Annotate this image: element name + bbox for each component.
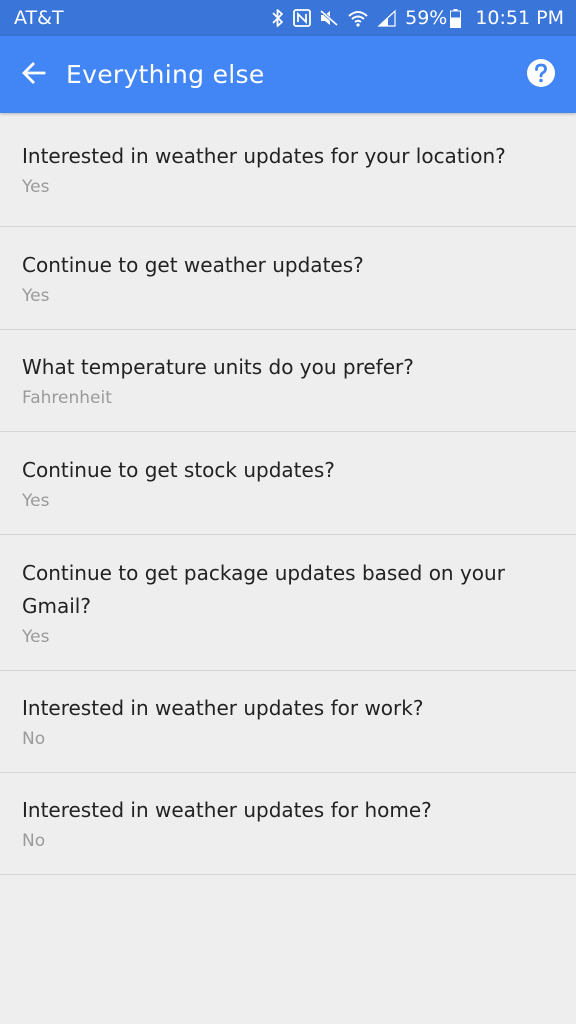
item-answer: Yes — [22, 490, 50, 511]
app-bar: Everything else — [0, 36, 576, 113]
battery-icon — [450, 8, 462, 28]
settings-list: Interested in weather updates for your l… — [0, 113, 576, 875]
item-question: Continue to get package updates based on… — [22, 560, 505, 618]
wifi-icon — [347, 9, 369, 27]
clock: 10:51 PM — [475, 7, 564, 29]
list-item[interactable]: Interested in weather updates for home? … — [0, 773, 576, 875]
back-button[interactable] — [14, 55, 54, 95]
list-item[interactable]: Interested in weather updates for work? … — [0, 671, 576, 773]
item-answer: No — [22, 831, 46, 851]
arrow-back-icon — [21, 60, 47, 90]
list-item[interactable]: What temperature units do you prefer? Fa… — [0, 330, 576, 432]
item-question: What temperature units do you prefer? — [22, 355, 414, 379]
item-question: Interested in weather updates for work? — [22, 696, 424, 720]
item-answer: Yes — [22, 177, 50, 197]
page-title: Everything else — [66, 60, 265, 89]
item-question: Continue to get stock updates? — [22, 457, 335, 482]
item-question: Continue to get weather updates? — [22, 252, 364, 277]
item-answer: Yes — [22, 285, 50, 306]
help-icon — [526, 58, 556, 92]
list-item[interactable]: Continue to get weather updates? Yes — [0, 227, 576, 330]
nfc-icon — [293, 9, 312, 27]
item-question: Interested in weather updates for home? — [22, 798, 432, 822]
signal-icon — [377, 9, 397, 27]
carrier-name: AT&T — [14, 7, 64, 29]
help-button[interactable] — [521, 55, 561, 95]
mute-icon — [319, 9, 339, 27]
bluetooth-icon — [271, 8, 285, 28]
item-answer: No — [22, 729, 46, 749]
item-answer: Fahrenheit — [22, 388, 112, 408]
item-question: Interested in weather updates for your l… — [22, 144, 506, 168]
battery-percent: 59% — [405, 7, 448, 29]
status-bar: AT&T 59% 10:51 PM — [0, 0, 576, 36]
item-answer: Yes — [22, 626, 50, 647]
list-item[interactable]: Continue to get stock updates? Yes — [0, 432, 576, 535]
status-icons: 59% 10:51 PM — [271, 7, 564, 29]
list-item[interactable]: Continue to get package updates based on… — [0, 535, 576, 671]
list-item[interactable]: Interested in weather updates for your l… — [0, 113, 576, 227]
battery-status: 59% — [405, 7, 462, 29]
